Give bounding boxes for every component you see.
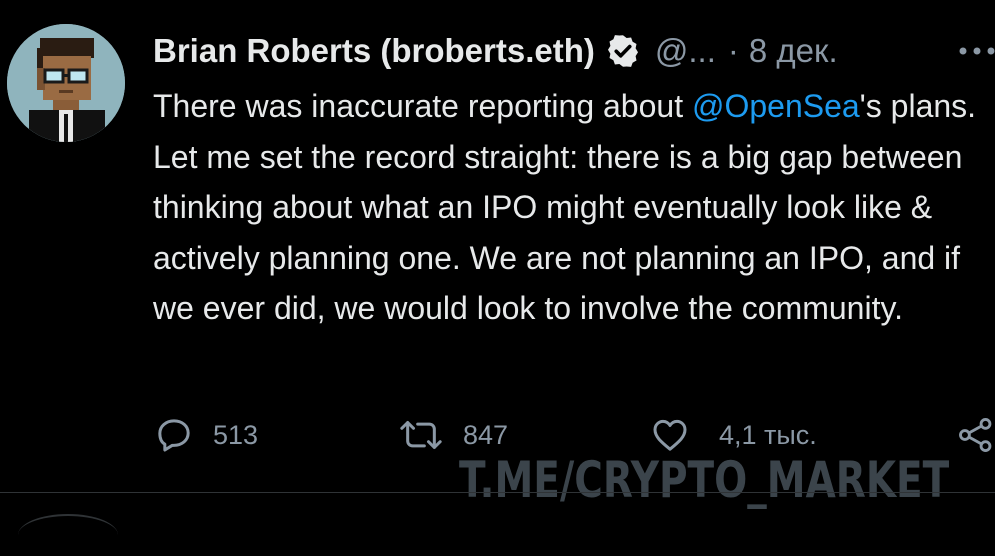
author-handle[interactable]: @... — [655, 32, 716, 70]
avatar[interactable] — [7, 24, 125, 142]
header-separator: · — [727, 32, 739, 69]
reply-count: 513 — [213, 419, 259, 450]
retweet-count: 847 — [463, 419, 509, 450]
reply-icon — [158, 419, 190, 452]
watermark-text: T.ME/CRYPTO_MARKET — [459, 451, 950, 509]
next-tweet-avatar[interactable] — [18, 514, 118, 556]
heart-icon — [653, 419, 687, 451]
like-count: 4,1 тыс. — [719, 419, 817, 450]
avatar-pixel-character-icon — [7, 24, 125, 142]
author-name[interactable]: Brian Roberts (broberts.eth) — [153, 32, 595, 70]
verified-badge-icon — [605, 33, 641, 69]
share-icon — [959, 418, 992, 452]
retweet-icon — [400, 421, 442, 449]
share-button[interactable] — [957, 412, 995, 458]
tweet-text-part: There was inaccurate reporting about — [153, 88, 692, 124]
tweet-text: There was inaccurate reporting about @Op… — [153, 81, 988, 334]
tweet-divider — [0, 492, 995, 493]
mention-link[interactable]: @OpenSea — [692, 88, 860, 124]
tweet-card[interactable]: Brian Roberts (broberts.eth) @... · 8 де… — [0, 0, 995, 492]
tweet-header: Brian Roberts (broberts.eth) @... · 8 де… — [153, 28, 838, 74]
tweet-date[interactable]: 8 дек. — [749, 32, 838, 70]
reply-button[interactable]: 513 — [153, 412, 258, 458]
more-options-icon[interactable] — [957, 36, 995, 66]
